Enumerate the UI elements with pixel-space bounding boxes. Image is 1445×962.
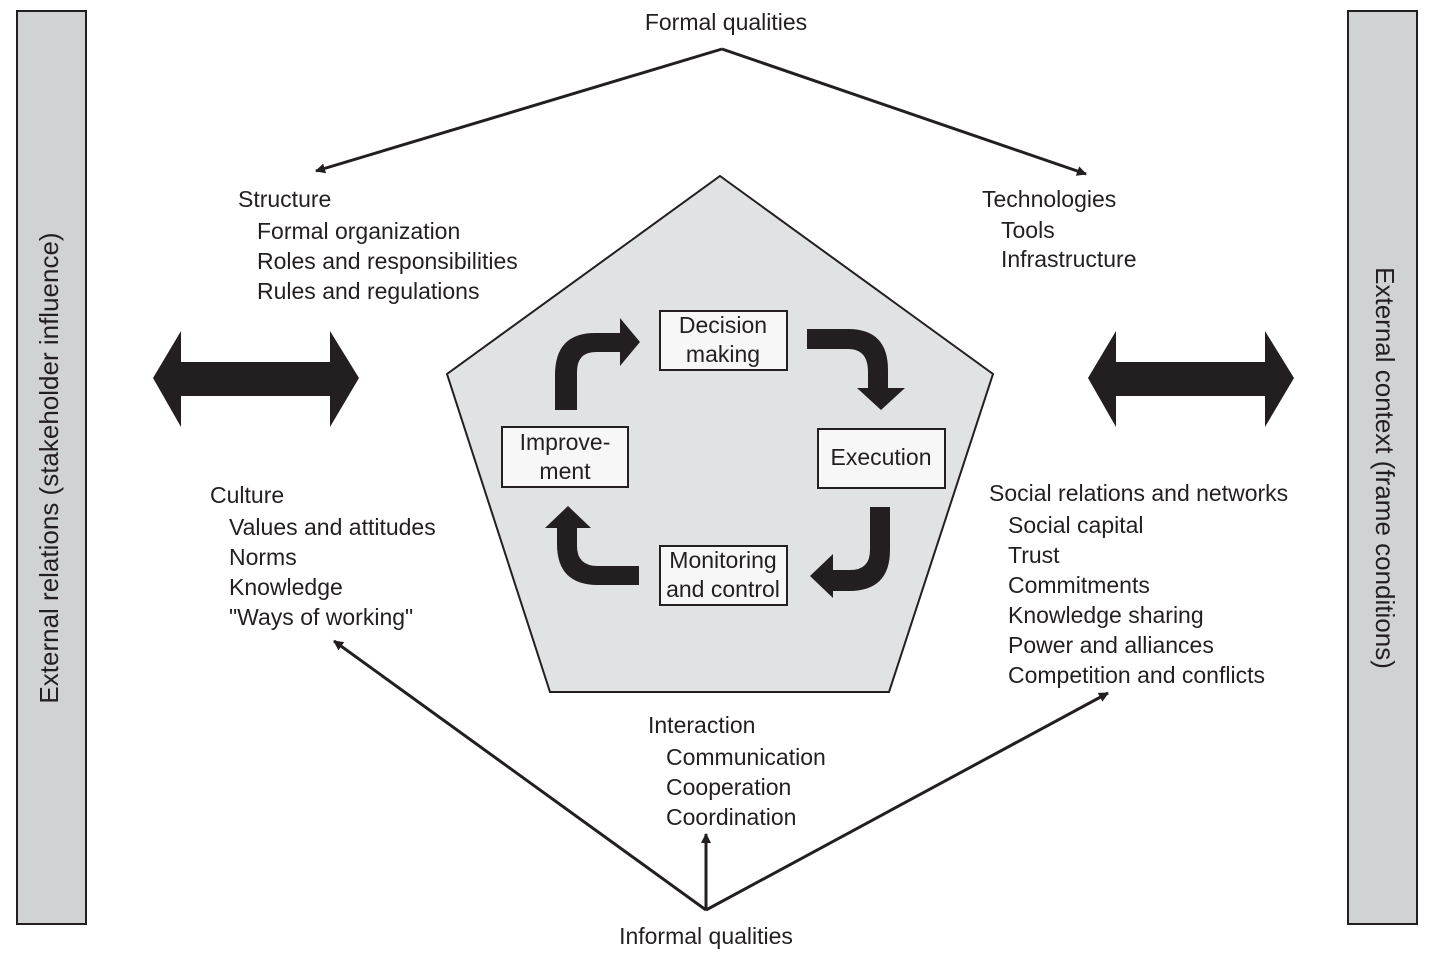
technologies-title: Technologies xyxy=(982,186,1116,212)
right-bar: External context (frame conditions) xyxy=(1347,10,1418,925)
execution-line-1: Execution xyxy=(830,444,931,470)
formal-arrows xyxy=(315,47,1087,176)
right-bar-label: External context (frame conditions) xyxy=(1370,267,1400,669)
interaction-item: Communication xyxy=(666,744,826,770)
cycle-box-execution: Execution xyxy=(817,428,946,489)
interaction-item: Coordination xyxy=(666,804,796,830)
structure-group: Structure Formal organization Roles and re… xyxy=(238,186,518,304)
cycle-box-monitoring: Monitoring and control xyxy=(659,545,788,606)
culture-item: Values and attitudes xyxy=(229,514,436,540)
social-item: Competition and conflicts xyxy=(1008,662,1265,688)
structure-item: Formal organization xyxy=(257,218,460,244)
technologies-group: Technologies Tools Infrastructure xyxy=(982,186,1137,272)
social-item: Trust xyxy=(1008,542,1060,568)
structure-item: Rules and regulations xyxy=(257,278,479,304)
informal-qualities-label: Informal qualities xyxy=(619,923,793,949)
improvement-line-2: ment xyxy=(539,458,591,484)
interaction-group: Interaction Communication Cooperation Coord… xyxy=(648,712,826,830)
social-item: Knowledge sharing xyxy=(1008,602,1204,628)
social-relations-group: Social relations and networks Social capi… xyxy=(989,480,1288,688)
technologies-item: Infrastructure xyxy=(1001,246,1137,272)
culture-title: Culture xyxy=(210,482,284,508)
culture-item: Norms xyxy=(229,544,297,570)
decision-line-1: Decision xyxy=(679,312,767,338)
structure-title: Structure xyxy=(238,186,331,212)
culture-item: "Ways of working" xyxy=(229,604,413,630)
social-item: Power and alliances xyxy=(1008,632,1214,658)
decision-line-2: making xyxy=(686,341,760,367)
structure-item: Roles and responsibilities xyxy=(257,248,518,274)
social-title: Social relations and networks xyxy=(989,480,1288,506)
right-double-arrow-icon xyxy=(1088,331,1294,427)
formal-qualities-label: Formal qualities xyxy=(645,9,807,35)
diagram-canvas: External relations (stakeholder influenc… xyxy=(16,9,1418,949)
technologies-item: Tools xyxy=(1001,217,1055,243)
interaction-item: Cooperation xyxy=(666,774,791,800)
culture-group: Culture Values and attitudes Norms Knowledg… xyxy=(210,482,436,630)
culture-item: Knowledge xyxy=(229,574,343,600)
social-item: Commitments xyxy=(1008,572,1150,598)
cycle-box-improvement: Improve- ment xyxy=(501,426,629,488)
interaction-title: Interaction xyxy=(648,712,755,738)
left-bar-label: External relations (stakeholder influenc… xyxy=(34,232,64,703)
social-item: Social capital xyxy=(1008,512,1144,538)
monitoring-line-1: Monitoring xyxy=(669,547,776,573)
cycle-box-decision: Decision making xyxy=(659,310,788,371)
improvement-line-1: Improve- xyxy=(520,429,611,455)
left-double-arrow-icon xyxy=(153,331,359,427)
left-bar: External relations (stakeholder influenc… xyxy=(16,10,87,925)
monitoring-line-2: and control xyxy=(666,576,780,602)
